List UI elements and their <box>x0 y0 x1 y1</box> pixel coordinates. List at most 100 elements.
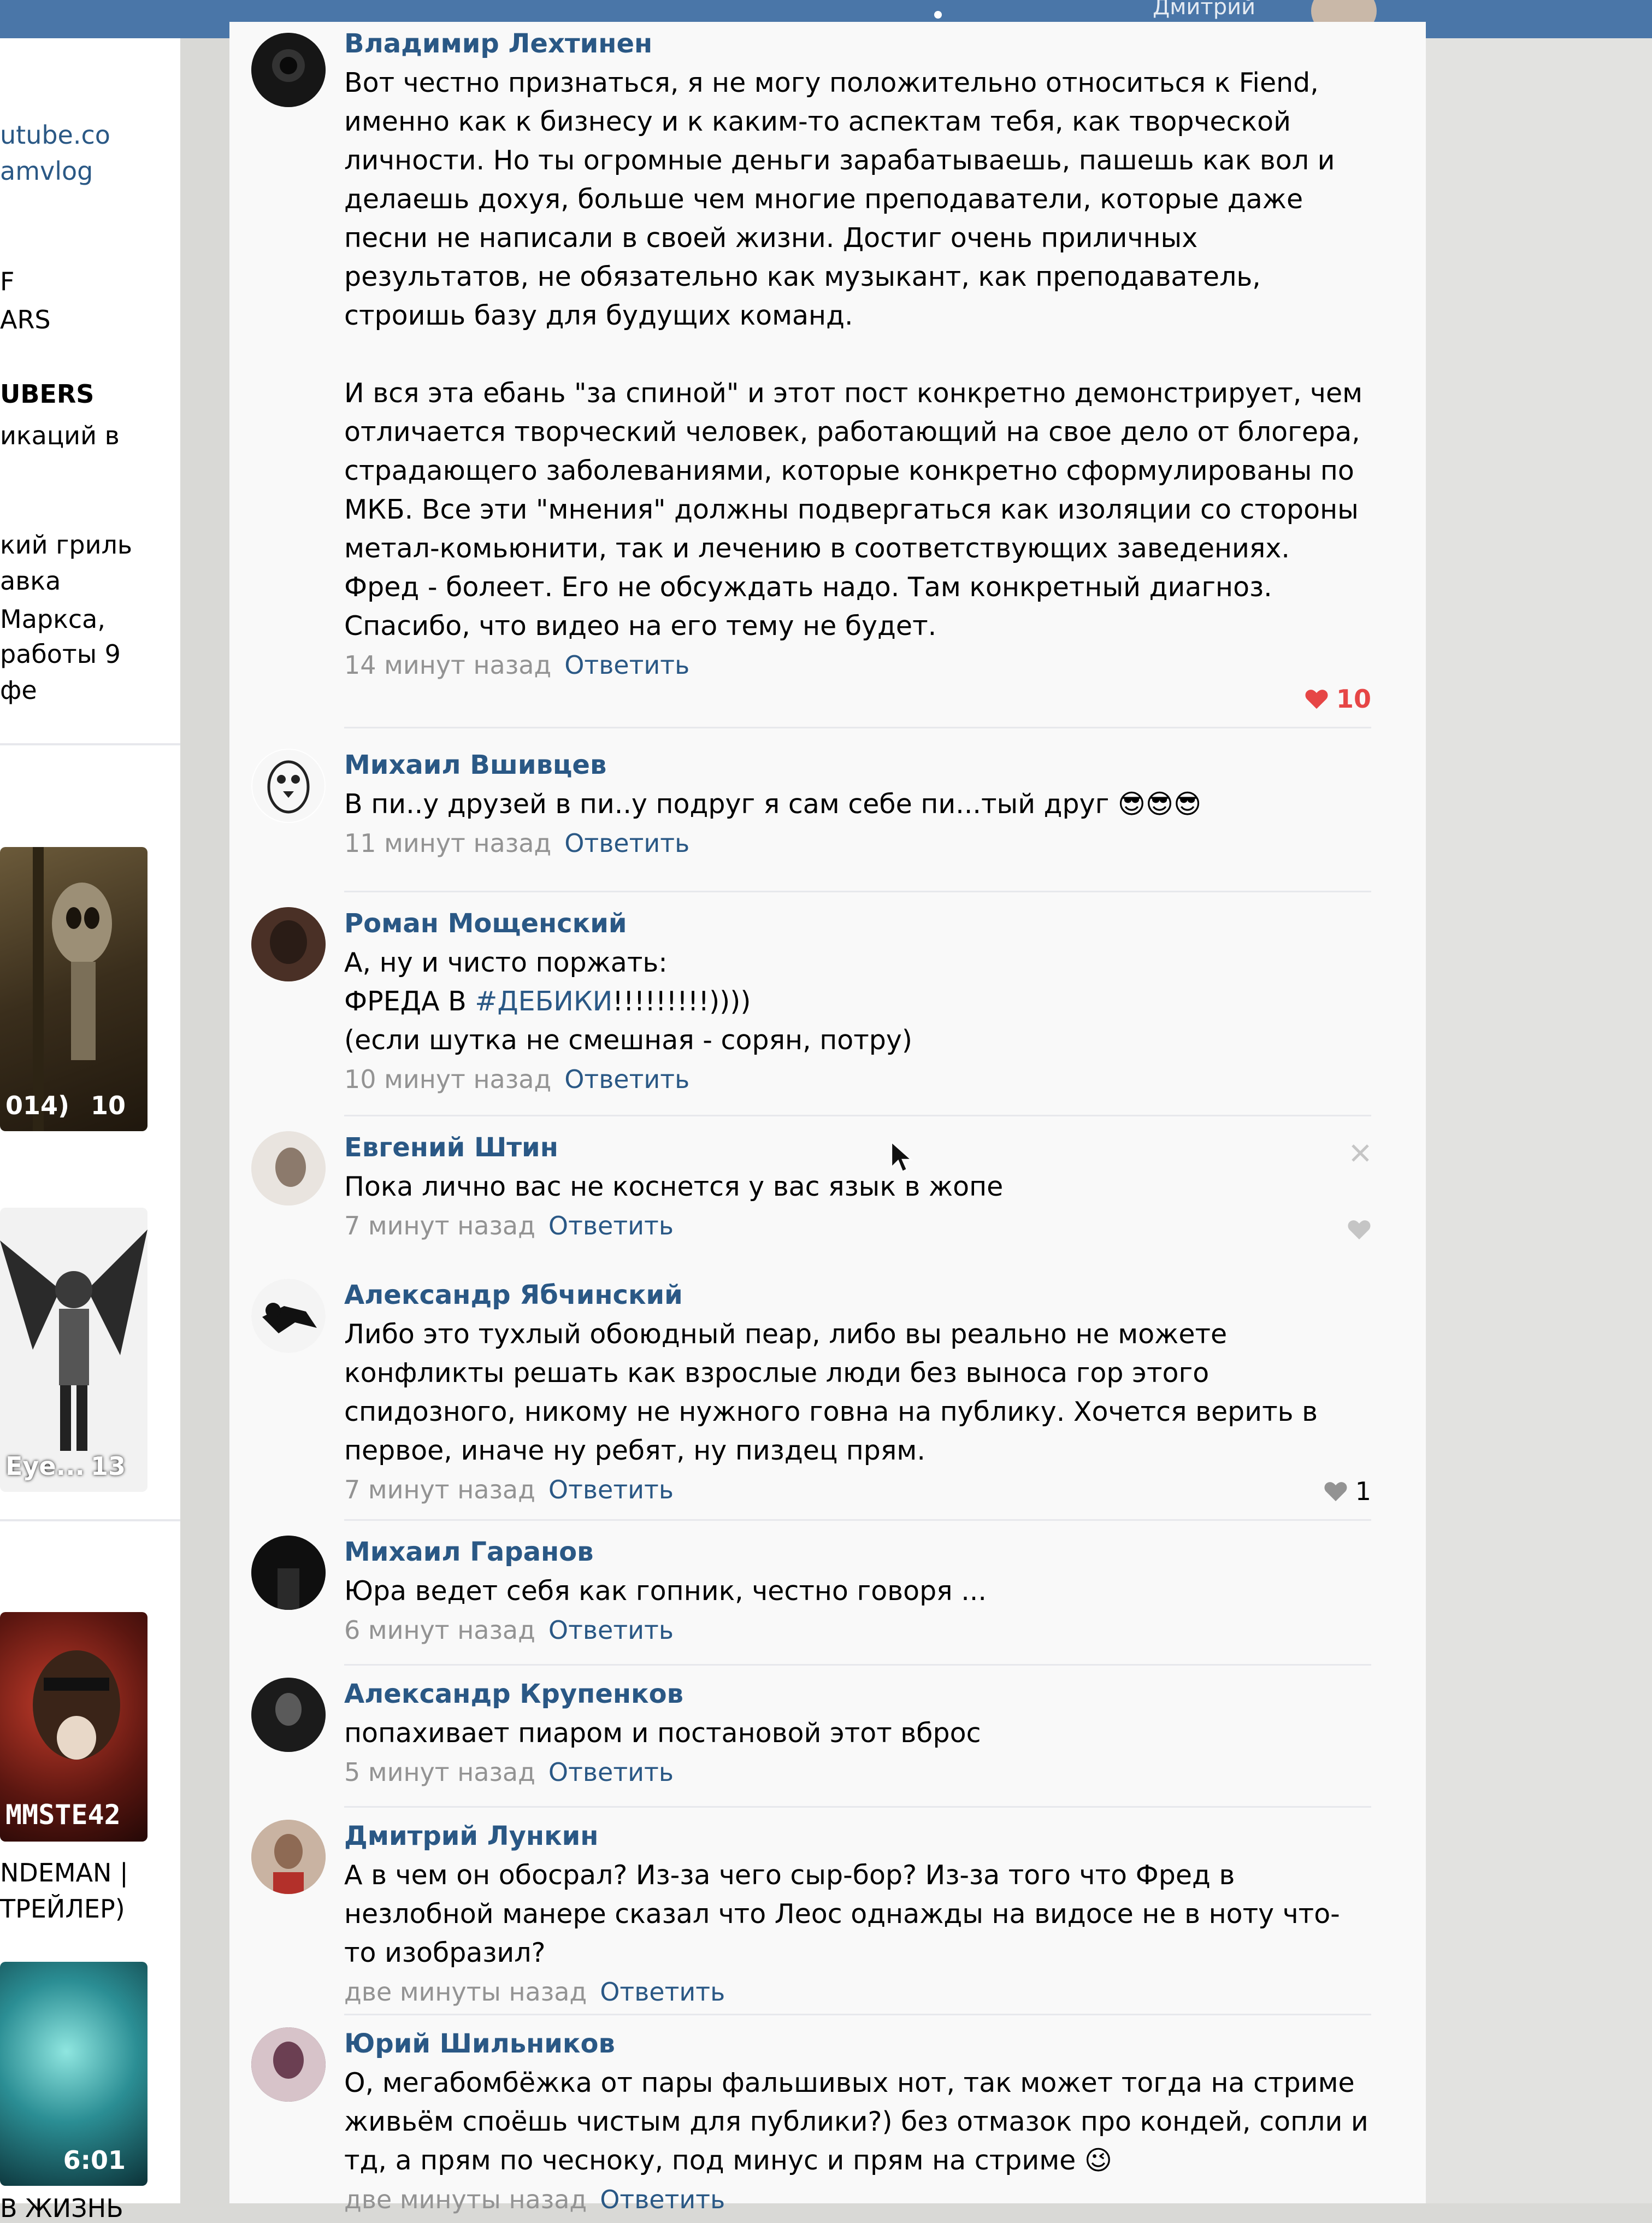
like-count: 10 <box>1336 684 1371 714</box>
comment-time[interactable]: две минуты назад <box>344 1977 587 2007</box>
video-caption[interactable]: NDEMAN | <box>0 1858 128 1887</box>
reply-button[interactable]: Ответить <box>600 2185 725 2214</box>
comment-paragraph: И вся эта ебань "за спиной" и этот пост … <box>344 378 1363 642</box>
comment-author[interactable]: Юрий Шильников <box>344 2027 1371 2060</box>
like-button[interactable]: 10 <box>1305 684 1371 714</box>
right-background <box>1426 38 1652 2203</box>
avatar[interactable] <box>251 1820 326 1894</box>
comment-body: Владимир Лехтинен Вот честно признаться,… <box>344 27 1371 681</box>
comment-line: ФРЕДА В #ДЕБИКИ!!!!!!!!!)))) <box>344 982 1371 1021</box>
avatar[interactable] <box>251 907 326 981</box>
reply-button[interactable]: Ответить <box>548 1615 674 1645</box>
comment-meta: 6 минут назад Ответить <box>344 1614 1371 1646</box>
comment-time[interactable]: 6 минут назад <box>344 1615 535 1645</box>
avatar[interactable] <box>251 2027 326 2102</box>
sidebar-heading: UBERS <box>0 379 95 409</box>
comment-item: Евгений Штин Пока лично вас не коснется … <box>229 1120 1426 1262</box>
heart-icon <box>1324 1482 1347 1502</box>
comment-line-text: ФРЕДА В <box>344 986 475 1017</box>
avatar[interactable] <box>251 33 326 107</box>
comment-author[interactable]: Владимир Лехтинен <box>344 27 1371 60</box>
comment-author[interactable]: Михаил Вшивцев <box>344 749 1371 781</box>
comment-time[interactable]: две минуты назад <box>344 2185 587 2214</box>
comment-item: Михаил Гаранов Юра ведет себя как гопник… <box>229 1525 1426 1667</box>
avatar[interactable] <box>251 1536 326 1610</box>
avatar[interactable] <box>251 1279 326 1353</box>
comment-line: (если шутка не смешная - сорян, потру) <box>344 1025 913 1056</box>
comment-author[interactable]: Александр Ябчинский <box>344 1279 1371 1312</box>
comment-paragraph: О, мегабомбёжка от пары фальшивых нот, т… <box>344 2067 1368 2176</box>
comment-time[interactable]: 7 минут назад <box>344 1211 535 1240</box>
alien-figure-icon <box>33 847 112 1131</box>
reply-button[interactable]: Ответить <box>600 1977 725 2007</box>
comment-meta: 11 минут назад Ответить <box>344 827 1371 860</box>
reply-button[interactable]: Ответить <box>564 650 689 680</box>
heart-icon <box>1348 1220 1371 1240</box>
sidebar-text: F <box>0 267 15 296</box>
reply-button[interactable]: Ответить <box>564 828 689 858</box>
comment-author[interactable]: Михаил Гаранов <box>344 1536 1371 1568</box>
avatar-image <box>251 907 326 981</box>
comment-text: О, мегабомбёжка от пары фальшивых нот, т… <box>344 2063 1371 2180</box>
avatar[interactable] <box>251 1131 326 1205</box>
comment-time[interactable]: 14 минут назад <box>344 650 551 680</box>
comment-text: Вот честно признаться, я не могу положит… <box>344 63 1371 645</box>
video-caption[interactable]: ТРЕЙЛЕР) <box>0 1894 125 1924</box>
sidebar-text: работы 9 <box>0 639 121 669</box>
comment-time[interactable]: 7 минут назад <box>344 1475 535 1504</box>
like-button[interactable] <box>1347 1219 1371 1240</box>
reply-button[interactable]: Ответить <box>548 1757 674 1787</box>
sidebar-text: кий гриль <box>0 530 132 560</box>
like-button[interactable]: 1 <box>1324 1477 1371 1506</box>
current-user-name[interactable]: Дмитрий <box>1153 0 1255 18</box>
comment-separator <box>344 1115 1371 1116</box>
comment-separator <box>344 891 1371 892</box>
comment-item: Александр Крупенков попахивает пиаром и … <box>229 1667 1426 1809</box>
reply-button[interactable]: Ответить <box>548 1211 674 1240</box>
comment-item: Владимир Лехтинен Вот честно признаться,… <box>229 22 1426 732</box>
comment-text: Юра ведет себя как гопник, честно говоря… <box>344 1572 1371 1610</box>
comment-author[interactable]: Александр Крупенков <box>344 1678 1371 1710</box>
avatar-image <box>251 1820 326 1894</box>
reply-button[interactable]: Ответить <box>548 1475 674 1504</box>
video-title: 014) <box>5 1091 70 1120</box>
sidebar-link[interactable]: utube.co <box>0 120 110 150</box>
comment-paragraph: Вот честно признаться, я не могу положит… <box>344 67 1335 331</box>
sidebar-text: ARS <box>0 305 51 334</box>
video-caption[interactable]: В ЖИЗНЬ <box>0 2193 123 2223</box>
sidebar-text: Маркса, <box>0 604 105 634</box>
avatar[interactable] <box>251 1678 326 1752</box>
comment-separator <box>344 1664 1371 1666</box>
video-thumbnail[interactable]: 014) 10 <box>0 847 148 1131</box>
avatar-image <box>251 2027 326 2102</box>
hashtag-link[interactable]: #ДЕБИКИ <box>475 986 612 1017</box>
sidebar-text: икаций в <box>0 421 120 450</box>
reply-button[interactable]: Ответить <box>564 1065 689 1094</box>
comment-author[interactable]: Роман Мощенский <box>344 907 1371 940</box>
like-count: 1 <box>1355 1477 1371 1506</box>
comment-text: Пока лично вас не коснется у вас язык в … <box>344 1167 1371 1206</box>
video-thumbnail[interactable]: MMSTE42 <box>0 1612 148 1842</box>
comment-separator <box>344 1519 1371 1521</box>
comment-time[interactable]: 10 минут назад <box>344 1065 551 1094</box>
sidebar-link[interactable]: amvlog <box>0 156 93 186</box>
avatar-image <box>251 33 326 107</box>
comment-text: попахивает пиаром и постановой этот вбро… <box>344 1714 1371 1752</box>
comment-item: Дмитрий Лункин А в чем он обосрал? Из-за… <box>229 1809 1426 2016</box>
comment-time[interactable]: 11 минут назад <box>344 828 551 858</box>
comment-item: Роман Мощенский А, ну и чисто поржать: Ф… <box>229 896 1426 1116</box>
comment-text: А в чем он обосрал? Из-за чего сыр-бор? … <box>344 1856 1371 1972</box>
video-thumbnail[interactable]: Eye... 13 <box>0 1208 148 1492</box>
avatar[interactable] <box>251 749 326 823</box>
comment-time[interactable]: 5 минут назад <box>344 1757 535 1787</box>
video-count: 13 <box>90 1451 126 1481</box>
close-icon[interactable] <box>1349 1142 1371 1164</box>
comment-author[interactable]: Евгений Штин <box>344 1131 1371 1164</box>
comment-meta: 10 минут назад Ответить <box>344 1063 1371 1096</box>
video-thumbnail[interactable]: 6:01 <box>0 1962 148 2186</box>
sidebar-text: авка <box>0 566 61 596</box>
comment-body: Роман Мощенский А, ну и чисто поржать: Ф… <box>344 907 1371 1096</box>
comment-author[interactable]: Дмитрий Лункин <box>344 1820 1371 1852</box>
avatar-image <box>251 1131 326 1205</box>
comment-meta: 5 минут назад Ответить <box>344 1756 1371 1789</box>
